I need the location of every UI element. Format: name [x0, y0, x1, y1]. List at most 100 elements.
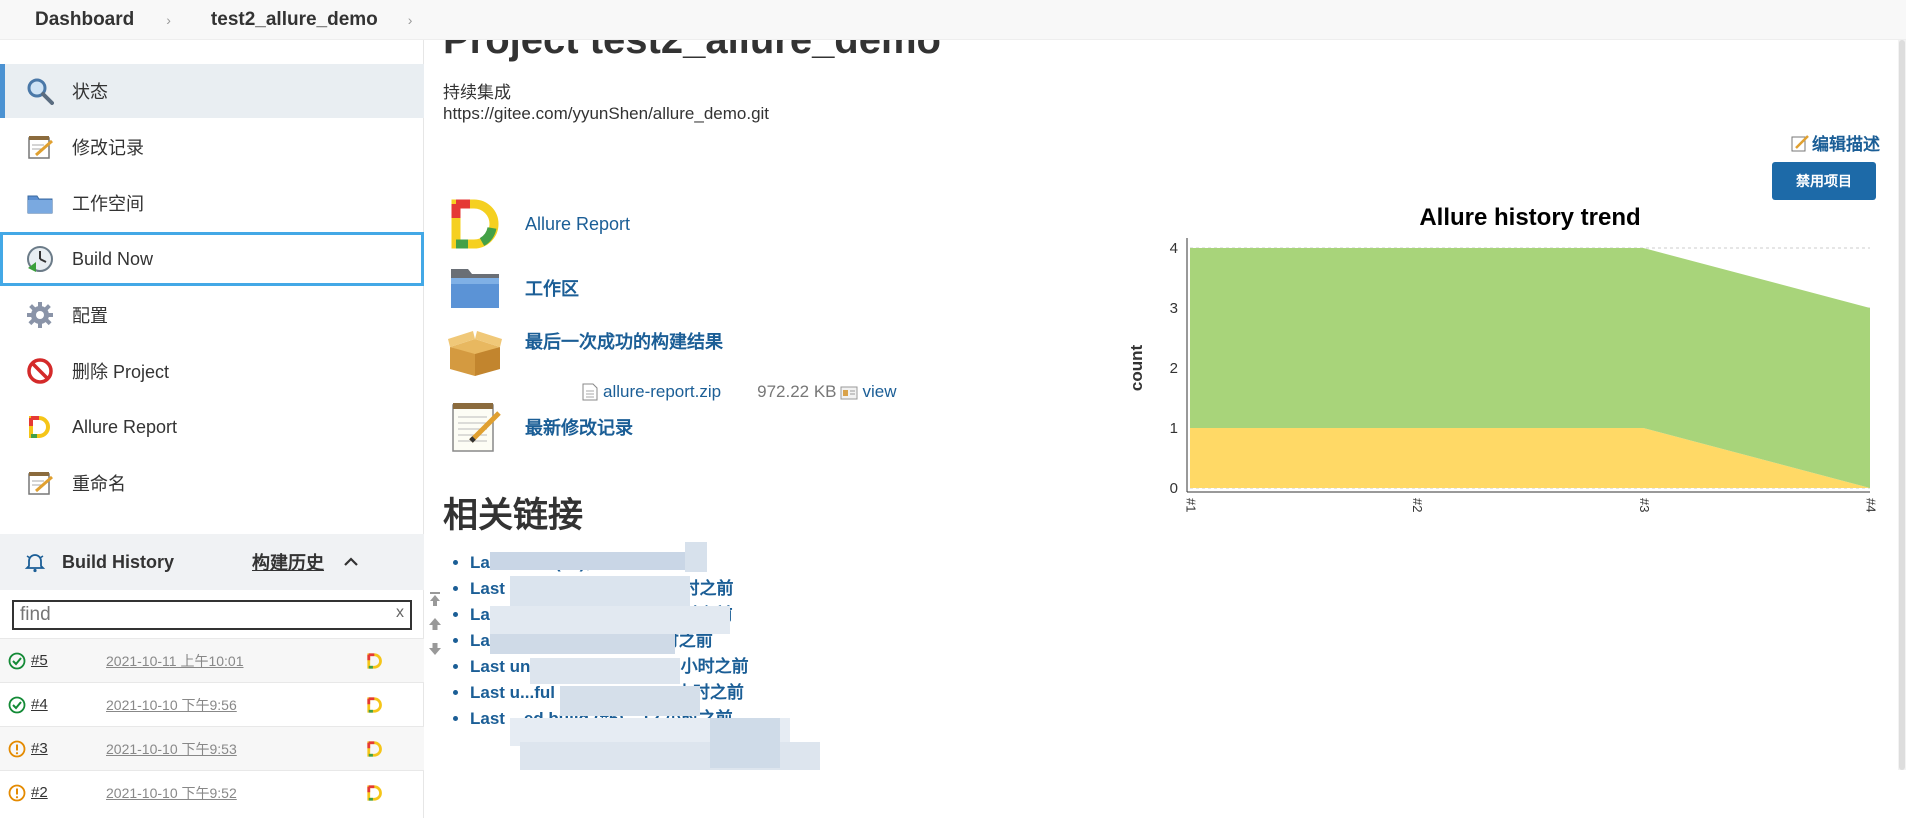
notepad-icon	[24, 131, 56, 163]
build-date-link[interactable]: 2021-10-10 下午9:56	[106, 695, 366, 715]
related-links-list: Last build (#5)，12 小时之前 Last ...ful buil…	[470, 550, 749, 732]
gear-icon	[24, 299, 56, 331]
related-link[interactable]: Last ...ful build (#5)，12 小时之前	[470, 576, 749, 602]
vertical-scrollbar[interactable]	[1898, 40, 1906, 770]
build-number-link[interactable]: #3	[31, 740, 81, 757]
sidebar: 状态 修改记录 工作空间 Build Now 配置 删除 Project All…	[0, 0, 424, 818]
folder-icon	[445, 260, 505, 316]
related-link[interactable]: Last ... build (#4)，12 小时之前	[470, 628, 749, 654]
breadcrumb: Dashboard › test2_allure_demo ›	[0, 0, 1906, 40]
build-number-link[interactable]: #5	[31, 652, 81, 669]
related-link[interactable]: Last u...ful build (#5)，12 小时之前	[470, 680, 749, 706]
build-date-link[interactable]: 2021-10-11 上午10:01	[106, 651, 366, 671]
folder-icon	[24, 187, 56, 219]
sidebar-item-label: 工作空间	[72, 194, 144, 214]
artifact-size: 972.22 KB	[757, 382, 837, 401]
allure-icon	[24, 411, 56, 443]
workspace-link[interactable]: 工作区	[445, 260, 579, 316]
y-tick-label: 0	[1170, 480, 1178, 497]
sidebar-item-label: Build Now	[72, 248, 154, 269]
unstable-icon	[8, 740, 26, 758]
build-history-trend-link[interactable]: 构建历史	[252, 549, 324, 575]
recent-changes-link[interactable]: 最新修改记录	[445, 399, 633, 455]
build-history-header: Build History 构建历史	[0, 534, 424, 590]
sidebar-item-delete-project[interactable]: 删除 Project	[0, 344, 424, 398]
artifact-view-link[interactable]: view	[863, 382, 897, 402]
sidebar-item-label: 状态	[72, 82, 108, 102]
breadcrumb-project[interactable]: test2_allure_demo	[211, 9, 378, 31]
related-links-title: 相关链接	[443, 496, 584, 535]
y-tick-label: 3	[1170, 300, 1178, 317]
allure-icon[interactable]	[366, 696, 384, 714]
x-tick-label: #2	[1410, 498, 1425, 512]
allure-icon[interactable]	[366, 740, 384, 758]
workspace-label: 工作区	[525, 279, 579, 299]
allure-report-label: Allure Report	[525, 213, 631, 234]
related-link[interactable]: Last unst... build (#3)，12 小时之前	[470, 654, 749, 680]
x-tick-label: #1	[1184, 498, 1199, 512]
main-panel: Project test2_allure_demo 持续集成 https://g…	[425, 18, 1906, 818]
sidebar-item-status[interactable]: 状态	[0, 64, 424, 118]
breadcrumb-dashboard[interactable]: Dashboard	[35, 9, 134, 31]
sidebar-item-build-now[interactable]: Build Now	[0, 232, 424, 286]
last-successful-artifacts-link[interactable]: 最后一次成功的构建结果	[445, 325, 723, 381]
sidebar-item-configure[interactable]: 配置	[0, 288, 424, 342]
chevron-up-icon[interactable]	[342, 553, 360, 571]
build-number-link[interactable]: #2	[31, 784, 81, 801]
chevron-right-icon[interactable]: ›	[166, 12, 171, 28]
build-row[interactable]: #3 2021-10-10 下午9:53	[0, 726, 424, 770]
sidebar-item-allure-report[interactable]: Allure Report	[0, 400, 424, 454]
edit-description-label: 编辑描述	[1812, 135, 1880, 154]
chart-title: Allure history trend	[1419, 204, 1640, 231]
allure-icon[interactable]	[366, 652, 384, 670]
y-tick-label: 2	[1170, 360, 1178, 377]
chevron-right-icon[interactable]: ›	[408, 12, 413, 28]
allure-history-trend-chart: Allure history trend 0 1 2 3 4 #1 #2 #3 #4 count	[1127, 195, 1890, 595]
related-link[interactable]: Last ...ed build (#5)，12 小时之前	[470, 706, 749, 732]
edit-description-link[interactable]: 编辑描述	[1791, 130, 1880, 155]
success-icon	[8, 652, 26, 670]
build-number-link[interactable]: #4	[31, 696, 81, 713]
y-tick-label: 4	[1170, 240, 1178, 257]
allure-icon	[445, 196, 505, 252]
sidebar-item-label: 修改记录	[72, 138, 144, 158]
build-date-link[interactable]: 2021-10-10 下午9:52	[106, 783, 366, 803]
notepad-icon	[24, 467, 56, 499]
related-link[interactable]: Last build (#5)，12 小时之前	[470, 550, 749, 576]
sidebar-item-changes[interactable]: 修改记录	[0, 120, 424, 174]
sidebar-item-label: 删除 Project	[72, 362, 170, 382]
view-icon	[840, 385, 858, 400]
build-row[interactable]: #2 2021-10-10 下午9:52	[0, 770, 424, 814]
sidebar-item-label: 配置	[72, 306, 108, 326]
no-entry-icon	[24, 355, 56, 387]
recent-changes-label: 最新修改记录	[525, 418, 633, 438]
sidebar-item-rename[interactable]: 重命名	[0, 456, 424, 510]
project-repo-url: https://gitee.com/yyunShen/allure_demo.g…	[443, 104, 770, 123]
scrollbar-thumb[interactable]	[1899, 40, 1905, 770]
sidebar-item-label: 重命名	[72, 474, 126, 494]
sidebar-item-workspace[interactable]: 工作空间	[0, 176, 424, 230]
build-date-link[interactable]: 2021-10-10 下午9:53	[106, 739, 366, 759]
search-icon	[24, 75, 56, 107]
find-box: x	[12, 600, 412, 630]
edit-icon	[1791, 134, 1809, 152]
chart-svg: Allure history trend 0 1 2 3 4 #1 #2 #3 #4 count	[1127, 204, 1879, 512]
related-link[interactable]: Last ...ed build (#5)，12 小时之前	[470, 602, 749, 628]
success-icon	[8, 696, 26, 714]
find-input[interactable]	[14, 602, 384, 628]
last-successful-label: 最后一次成功的构建结果	[525, 332, 723, 352]
allure-report-link[interactable]: Allure Report	[445, 196, 630, 252]
x-tick-label: #3	[1637, 498, 1652, 512]
build-row[interactable]: #4 2021-10-10 下午9:56	[0, 682, 424, 726]
build-history-title: Build History	[62, 551, 175, 572]
x-tick-label: #4	[1864, 498, 1879, 512]
project-description: 持续集成	[443, 83, 511, 102]
clock-icon	[24, 243, 56, 275]
notepad-icon	[445, 399, 505, 455]
package-icon	[445, 325, 505, 381]
clear-icon[interactable]: x	[396, 604, 404, 622]
build-row[interactable]: #5 2021-10-11 上午10:01	[0, 638, 424, 682]
build-history-icon	[24, 551, 46, 573]
allure-icon[interactable]	[366, 784, 384, 802]
sidebar-item-label: Allure Report	[72, 416, 178, 437]
